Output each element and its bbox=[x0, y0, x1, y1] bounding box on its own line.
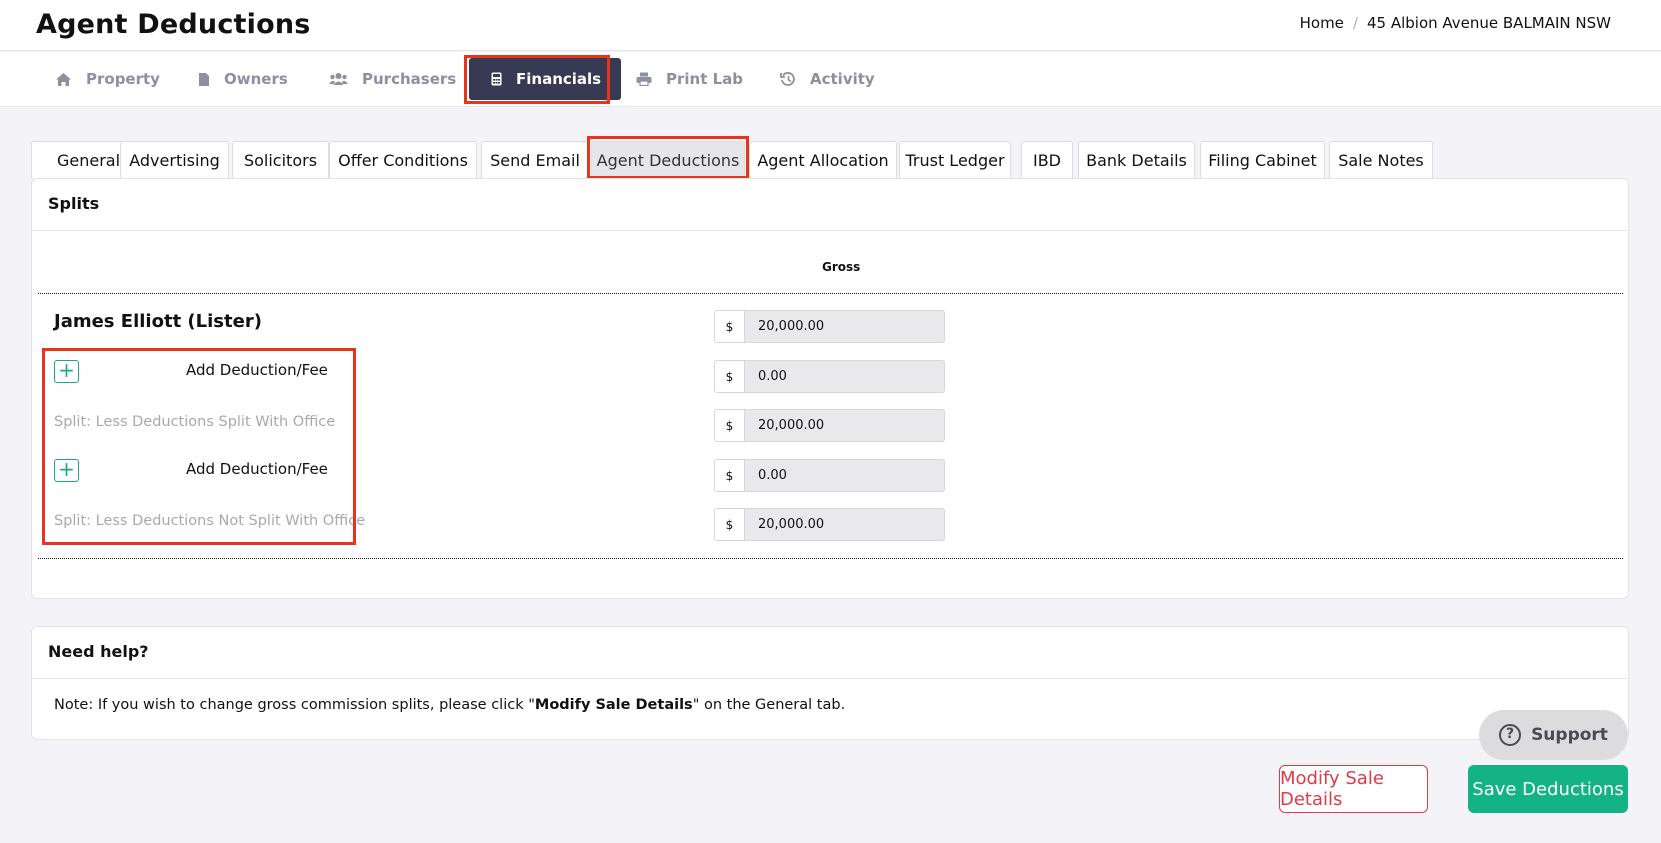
users-icon bbox=[329, 73, 348, 85]
nav-tab-label: Property bbox=[86, 70, 160, 88]
nav-tab-label: Purchasers bbox=[362, 70, 457, 88]
split-not-with-office-value: 20,000.00 bbox=[745, 508, 945, 541]
gross-column-header: Gross bbox=[822, 260, 861, 274]
tab-offer-conditions[interactable]: Offer Conditions bbox=[329, 141, 477, 178]
breadcrumb: Home / 45 Albion Avenue BALMAIN NSW bbox=[1300, 14, 1611, 32]
page-header: Agent Deductions Home / 45 Albion Avenue B… bbox=[0, 0, 1661, 51]
tab-sale-notes[interactable]: Sale Notes bbox=[1329, 141, 1433, 178]
main-nav: Property Owners Purchasers Financials Pr… bbox=[0, 52, 1661, 107]
agent-name: James Elliott (Lister) bbox=[54, 311, 262, 332]
split-with-office-field: $ 20,000.00 bbox=[714, 409, 945, 442]
save-deductions-button[interactable]: Save Deductions bbox=[1468, 765, 1628, 813]
currency-addon: $ bbox=[714, 310, 745, 343]
gross-amount-field: $ 20,000.00 bbox=[714, 310, 945, 343]
help-note-text: " on the General tab. bbox=[692, 697, 846, 713]
printer-icon bbox=[636, 72, 652, 86]
nav-tab-label: Activity bbox=[810, 70, 875, 88]
breadcrumb-current: 45 Albion Avenue BALMAIN NSW bbox=[1366, 14, 1611, 32]
nav-tab-print-lab[interactable]: Print Lab bbox=[636, 58, 743, 100]
breadcrumb-home[interactable]: Home bbox=[1300, 14, 1344, 32]
help-note: Note: If you wish to change gross commis… bbox=[54, 697, 845, 713]
tab-bank-details[interactable]: Bank Details bbox=[1078, 141, 1195, 178]
nav-tab-label: Print Lab bbox=[666, 70, 744, 88]
gross-amount-value: 20,000.00 bbox=[745, 310, 945, 343]
tab-filing-cabinet[interactable]: Filing Cabinet bbox=[1200, 141, 1325, 178]
nav-tab-label: Owners bbox=[224, 70, 288, 88]
support-button[interactable]: ? Support bbox=[1479, 710, 1628, 760]
help-card-title: Need help? bbox=[32, 627, 1628, 679]
help-note-bold: Modify Sale Details bbox=[534, 697, 693, 713]
divider bbox=[38, 558, 1623, 559]
tab-advertising[interactable]: Advertising bbox=[120, 141, 229, 178]
tab-solicitors[interactable]: Solicitors bbox=[232, 141, 329, 178]
currency-addon: $ bbox=[714, 459, 745, 492]
question-circle-icon: ? bbox=[1499, 724, 1522, 746]
tab-ibd[interactable]: IBD bbox=[1021, 141, 1073, 178]
nav-tab-owners[interactable]: Owners bbox=[198, 58, 288, 100]
split-not-with-office-field: $ 20,000.00 bbox=[714, 508, 945, 541]
page-title: Agent Deductions bbox=[36, 9, 311, 40]
financials-highlight bbox=[464, 55, 610, 104]
currency-addon: $ bbox=[714, 508, 745, 541]
nav-tab-activity[interactable]: Activity bbox=[780, 58, 875, 100]
deduction-amount-value: 0.00 bbox=[745, 360, 945, 393]
history-icon bbox=[780, 71, 795, 86]
support-label: Support bbox=[1531, 725, 1608, 745]
split-with-office-value: 20,000.00 bbox=[745, 409, 945, 442]
currency-addon: $ bbox=[714, 360, 745, 393]
deductions-highlight bbox=[42, 348, 356, 545]
currency-addon: $ bbox=[714, 409, 745, 442]
tab-send-email[interactable]: Send Email bbox=[481, 141, 589, 178]
file-icon bbox=[199, 72, 209, 86]
nav-tab-purchasers[interactable]: Purchasers bbox=[329, 58, 456, 100]
nav-tab-property[interactable]: Property bbox=[55, 58, 160, 100]
help-note-text: Note: If you wish to change gross commis… bbox=[54, 697, 535, 713]
help-card: Need help? Note: If you wish to change g… bbox=[31, 626, 1629, 740]
tab-trust-ledger[interactable]: Trust Ledger bbox=[899, 141, 1011, 178]
divider bbox=[38, 293, 1623, 294]
modify-sale-details-button[interactable]: Modify Sale Details bbox=[1279, 765, 1428, 813]
tab-agent-allocation[interactable]: Agent Allocation bbox=[749, 141, 897, 178]
deduction-amount-field: $ 0.00 bbox=[714, 360, 945, 393]
deduction-amount-field: $ 0.00 bbox=[714, 459, 945, 492]
splits-card-title: Splits bbox=[32, 179, 1628, 231]
agent-deductions-highlight bbox=[587, 136, 749, 179]
breadcrumb-separator: / bbox=[1352, 14, 1358, 32]
home-icon bbox=[56, 72, 71, 86]
deduction-amount-value: 0.00 bbox=[745, 459, 945, 492]
